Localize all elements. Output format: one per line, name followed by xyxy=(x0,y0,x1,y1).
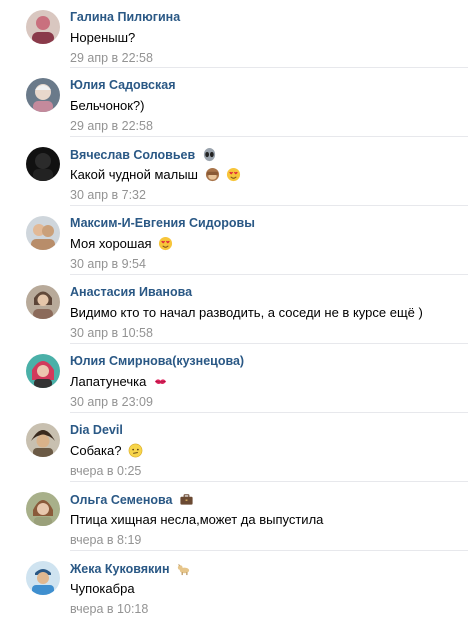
avatar[interactable] xyxy=(26,423,60,457)
author-name[interactable]: Ольга Семенова xyxy=(70,492,194,507)
avatar[interactable] xyxy=(26,561,60,595)
avatar[interactable] xyxy=(26,285,60,319)
author-name[interactable]: Жека Куковякин xyxy=(70,561,191,576)
author-name[interactable]: Вячеслав Соловьев xyxy=(70,147,217,162)
heart-eyes-icon xyxy=(158,236,173,251)
comment-text: Птица хищная несла,может да выпустила xyxy=(70,512,324,527)
author-label: Жека Куковякин xyxy=(70,562,170,576)
comment-item: Жека Куковякин Чупокабра вчера в 10:18 xyxy=(0,551,468,624)
comment-text: Лапатунечка xyxy=(70,374,168,389)
comment-text: Чупокабра xyxy=(70,581,135,596)
author-name[interactable]: Dia Devil xyxy=(70,423,123,437)
comment-item: Dia Devil Собака? вчера в 0:25 xyxy=(0,413,468,482)
avatar[interactable] xyxy=(26,216,60,250)
avatar[interactable] xyxy=(26,492,60,526)
comment-text: Собака? xyxy=(70,443,143,458)
comment-item: Анастасия Иванова Видимо кто то начал ра… xyxy=(0,275,468,344)
comment-item: Юлия Садовская Бельчонок?) 29 апр в 22:5… xyxy=(0,68,468,137)
avatar[interactable] xyxy=(26,78,60,112)
kiss-icon xyxy=(153,374,168,389)
comment-text-label: Собака? xyxy=(70,443,122,458)
comment-item: Ольга Семенова Птица хищная несла,может … xyxy=(0,482,468,551)
comment-item: Вячеслав Соловьев Какой чудной малыш 30 … xyxy=(0,137,468,206)
author-label: Ольга Семенова xyxy=(70,493,173,507)
confused-face-icon xyxy=(128,443,143,458)
avatar[interactable] xyxy=(26,147,60,181)
comment-text-label: Какой чудной малыш xyxy=(70,167,198,182)
author-name[interactable]: Максим-И-Евгения Сидоровы xyxy=(70,216,255,230)
heart-eyes-icon xyxy=(226,167,241,182)
briefcase-icon xyxy=(179,492,194,507)
comments-list: Галина Пилюгина Нореныш? 29 апр в 22:58 … xyxy=(0,0,468,624)
comment-text-label: Лапатунечка xyxy=(70,374,147,389)
author-label: Вячеслав Соловьев xyxy=(70,148,196,162)
comment-date[interactable]: 29 апр в 22:58 xyxy=(70,119,153,133)
avatar[interactable] xyxy=(26,10,60,44)
comment-date[interactable]: 30 апр в 23:09 xyxy=(70,395,153,409)
comment-text: Какой чудной малыш xyxy=(70,167,241,182)
comment-item: Максим-И-Евгения Сидоровы Моя хорошая 30… xyxy=(0,206,468,275)
author-name[interactable]: Юлия Садовская xyxy=(70,78,176,92)
comment-date[interactable]: 30 апр в 7:32 xyxy=(70,188,146,202)
comment-date[interactable]: 30 апр в 10:58 xyxy=(70,326,153,340)
comment-date[interactable]: вчера в 8:19 xyxy=(70,533,141,547)
comment-date[interactable]: 30 апр в 9:54 xyxy=(70,257,146,271)
comment-text: Бельчонок?) xyxy=(70,98,145,113)
comment-text: Моя хорошая xyxy=(70,236,173,251)
comment-text-label: Моя хорошая xyxy=(70,236,152,251)
comment-date[interactable]: 29 апр в 22:58 xyxy=(70,51,153,65)
comment-text: Нореныш? xyxy=(70,30,136,45)
alien-icon xyxy=(202,147,217,162)
comment-text: Видимо кто то начал разводить, а соседи … xyxy=(70,305,423,320)
comment-item: Юлия Смирнова(кузнецова) Лапатунечка 30 … xyxy=(0,344,468,413)
author-name[interactable]: Анастасия Иванова xyxy=(70,285,192,299)
author-name[interactable]: Юлия Смирнова(кузнецова) xyxy=(70,354,244,368)
author-name[interactable]: Галина Пилюгина xyxy=(70,10,180,24)
avatar[interactable] xyxy=(26,354,60,388)
dog-icon xyxy=(176,561,191,576)
comment-item: Галина Пилюгина Нореныш? 29 апр в 22:58 xyxy=(0,0,468,68)
see-no-evil-monkey-icon xyxy=(205,167,220,182)
comment-date[interactable]: вчера в 10:18 xyxy=(70,602,148,616)
comment-date[interactable]: вчера в 0:25 xyxy=(70,464,141,478)
